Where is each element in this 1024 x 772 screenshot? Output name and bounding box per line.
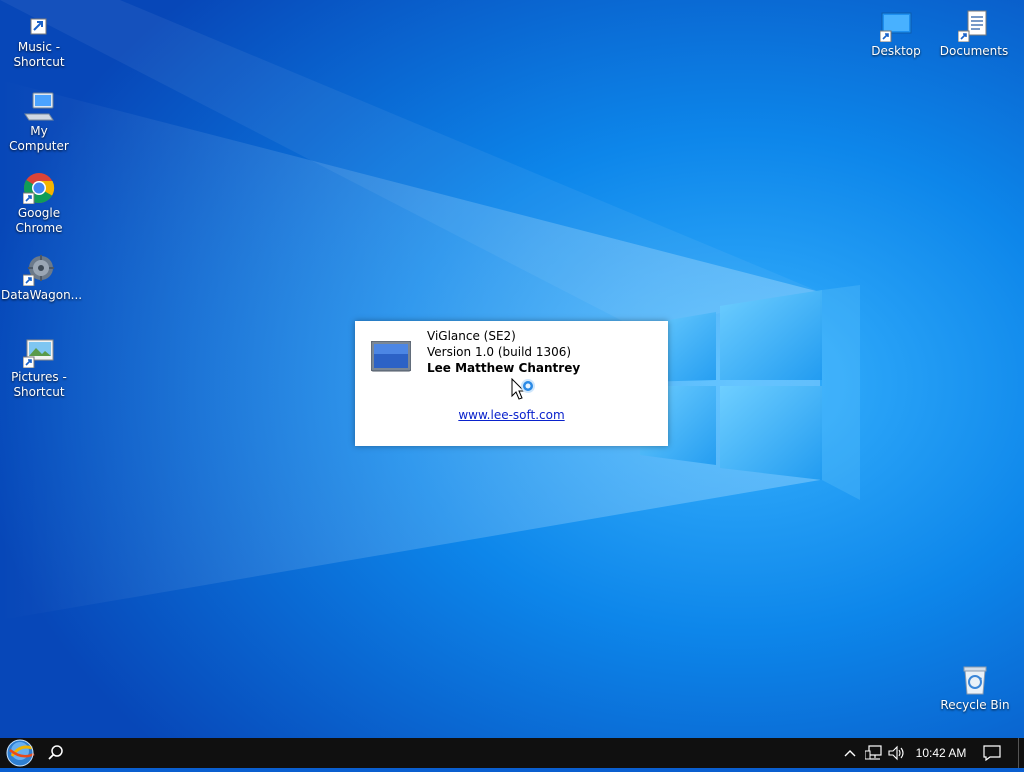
action-center-button[interactable] — [978, 738, 1006, 768]
search-icon — [48, 745, 63, 760]
desktop-icon-label: My Computer — [9, 124, 69, 153]
desktop-icon-label: Shortcut — [13, 55, 65, 69]
desktop-icon-documents[interactable]: Documents — [936, 10, 1012, 59]
music-folder-icon — [30, 18, 48, 36]
desktop-icon-my-computer[interactable]: My Computer — [1, 90, 77, 154]
documents-icon — [957, 10, 990, 43]
desktop-icon-music-shortcut[interactable]: Music - Shortcut — [1, 18, 77, 70]
start-orb-icon — [6, 739, 35, 767]
busy-cursor-icon — [511, 378, 535, 400]
desktop-icon-label: Recycle Bin — [940, 698, 1010, 712]
network-icon — [865, 745, 882, 760]
desktop-icon-datawagon[interactable]: DataWagon... — [1, 254, 83, 303]
desktop-icon-label: Desktop — [871, 44, 921, 58]
desktop-folder-icon — [879, 10, 912, 43]
computer-icon — [23, 90, 55, 122]
show-hidden-icons-button[interactable] — [840, 738, 860, 768]
desktop-icon-label: Documents — [939, 44, 1009, 58]
pictures-icon — [22, 336, 55, 369]
datawagon-icon — [22, 254, 55, 287]
chevron-up-icon — [844, 750, 856, 757]
desktop-icon-desktop[interactable]: Desktop — [858, 10, 934, 59]
desktop-icon-label: DataWagon... — [1, 288, 83, 302]
desktop-icon-pictures-shortcut[interactable]: Pictures - Shortcut — [1, 336, 77, 400]
desktop-icon-label: Pictures - — [11, 370, 67, 384]
app-version: Version 1.0 (build 1306) — [427, 345, 572, 359]
chrome-icon — [22, 172, 55, 205]
taskbar: 10:42 AM — [0, 738, 1024, 768]
search-button[interactable] — [44, 738, 68, 768]
website-link[interactable]: www.lee-soft.com — [355, 408, 668, 422]
desktop-icon-label: Shortcut — [13, 385, 65, 399]
app-name: ViGlance (SE2) — [427, 329, 516, 343]
network-button[interactable] — [862, 738, 886, 768]
action-center-icon — [983, 745, 1001, 761]
app-author: Lee Matthew Chantrey — [427, 361, 581, 375]
show-desktop-button[interactable] — [1018, 738, 1024, 768]
desktop-icon-recycle-bin[interactable]: Recycle Bin — [937, 664, 1013, 713]
desktop-icon-label: Google — [17, 206, 61, 220]
volume-icon — [888, 745, 904, 761]
monitor-icon — [370, 340, 412, 377]
clock[interactable]: 10:42 AM — [910, 738, 972, 768]
recycle-bin-icon — [959, 664, 991, 696]
desktop-icon-label: Chrome — [15, 221, 63, 235]
start-button[interactable] — [0, 738, 44, 768]
desktop-icon-label: Music - — [17, 40, 61, 54]
desktop-icon-google-chrome[interactable]: Google Chrome — [1, 172, 77, 236]
volume-button[interactable] — [886, 738, 908, 768]
